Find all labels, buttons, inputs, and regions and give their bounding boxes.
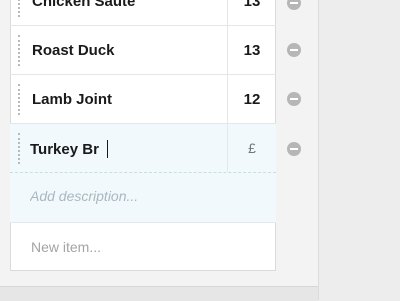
drag-handle-icon[interactable] bbox=[18, 133, 20, 164]
item-quantity: 12 bbox=[243, 91, 261, 108]
list-item[interactable]: Roast Duck 13 bbox=[10, 26, 276, 75]
panel-footer bbox=[0, 286, 318, 301]
drag-handle-icon[interactable] bbox=[18, 0, 20, 17]
item-name-input[interactable] bbox=[30, 137, 224, 161]
item-price-input[interactable] bbox=[228, 124, 276, 172]
item-name: Lamb Joint bbox=[32, 91, 113, 108]
new-item-row[interactable] bbox=[10, 223, 276, 271]
remove-item-button[interactable] bbox=[287, 43, 301, 57]
remove-item-button[interactable] bbox=[287, 92, 301, 106]
drag-handle-icon[interactable] bbox=[18, 35, 20, 66]
remove-item-button[interactable] bbox=[287, 142, 301, 156]
item-description-input[interactable] bbox=[30, 184, 260, 208]
editing-item-row[interactable] bbox=[10, 124, 276, 223]
dashed-divider bbox=[10, 172, 276, 173]
item-quantity: 13 bbox=[243, 0, 261, 10]
text-caret bbox=[107, 140, 108, 158]
item-name: Roast Duck bbox=[32, 42, 115, 59]
drag-handle-icon[interactable] bbox=[18, 84, 20, 115]
list-item[interactable]: Lamb Joint 12 bbox=[10, 75, 276, 124]
side-area bbox=[318, 0, 400, 300]
item-quantity: 13 bbox=[243, 42, 261, 59]
new-item-input[interactable] bbox=[31, 235, 261, 259]
item-name: Chicken Saute bbox=[32, 0, 136, 10]
list-item[interactable]: Chicken Saute 13 bbox=[10, 0, 276, 26]
